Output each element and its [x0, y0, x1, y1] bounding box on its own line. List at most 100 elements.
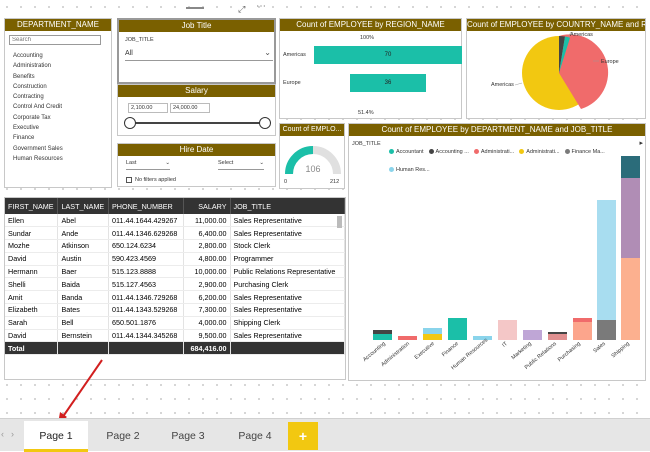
- department-slicer-item[interactable]: Human Resources: [5, 154, 111, 164]
- chevron-down-icon: ⌄: [259, 160, 264, 166]
- table-cell: 515.127.4563: [108, 277, 185, 292]
- funnel-bottom-label: 51.4%: [358, 110, 374, 116]
- next-page-icon[interactable]: ›: [11, 429, 14, 439]
- country-pie-svg: [514, 31, 609, 110]
- table-cell: 10,000.00: [183, 265, 231, 279]
- department-slicer-item[interactable]: Administration: [5, 61, 111, 71]
- table-cell: Bernstein: [57, 329, 110, 343]
- table-cell: Baer: [57, 265, 110, 279]
- column-header[interactable]: JOB_TITLE: [230, 198, 345, 214]
- prev-page-icon[interactable]: ‹: [1, 429, 4, 439]
- hire-date-unit-select[interactable]: Select ⌄: [218, 160, 264, 170]
- bar-it: [498, 320, 517, 340]
- total-cell: 684,416.00: [183, 341, 231, 356]
- country-pie-chart[interactable]: Count of EMPLOYEE by COUNTRY_NAME and R.…: [466, 18, 646, 119]
- table-body: Ellen Abel 011.44.1644.429267 11,000.00 Sale…: [5, 214, 345, 356]
- department-slicer-item[interactable]: Construction: [5, 82, 111, 92]
- column-header[interactable]: LAST_NAME: [57, 198, 110, 214]
- total-cell: Total: [5, 341, 59, 356]
- table-header-row: FIRST_NAME LAST_NAME PHONE_NUMBER SALARY JOB…: [5, 198, 345, 214]
- table-row[interactable]: Sundar Ande 011.44.1346.629268 6,400.00 Sale…: [5, 226, 345, 241]
- table-row[interactable]: Shelli Baida 515.127.4563 2,900.00 Purchasin…: [5, 277, 345, 292]
- tab-page-1[interactable]: Page 1: [24, 421, 88, 452]
- funnel-plot: Americas 70 Europe 36: [280, 44, 463, 104]
- tab-page-4[interactable]: Page 4: [224, 421, 286, 452]
- salary-max-handle[interactable]: [259, 117, 271, 129]
- table-cell: Baida: [57, 277, 110, 292]
- legend-next-icon[interactable]: ▸: [639, 139, 643, 147]
- table-cell: Sales Representative: [230, 329, 345, 343]
- table-row[interactable]: Amit Banda 011.44.1346.729268 6,200.00 Sales…: [5, 290, 345, 305]
- add-page-button[interactable]: +: [288, 422, 318, 450]
- gauge-value: 106: [305, 164, 321, 174]
- drag-handle-icon[interactable]: [186, 7, 204, 9]
- calendar-icon: [126, 177, 132, 183]
- table-cell: Sales Representative: [230, 303, 345, 317]
- table-cell: 590.423.4569: [108, 252, 185, 266]
- table-scrollbar[interactable]: [337, 216, 342, 228]
- table-row[interactable]: David Bernstein 011.44.1344.345268 9,500.00…: [5, 329, 345, 343]
- department-slicer-item[interactable]: Accounting: [5, 51, 111, 61]
- salary-min-input[interactable]: 2,100.00: [128, 103, 168, 113]
- department-slicer-item[interactable]: Executive: [5, 123, 111, 133]
- bar-marketing: [523, 330, 542, 340]
- employee-table: FIRST_NAME LAST_NAME PHONE_NUMBER SALARY JOB…: [4, 197, 346, 380]
- department-slicer-item[interactable]: Contracting: [5, 92, 111, 102]
- department-slicer-item[interactable]: Benefits: [5, 72, 111, 82]
- hire-date-unit-value: Select: [218, 160, 234, 166]
- hire-date-period-select[interactable]: Last ⌄: [126, 160, 170, 170]
- gauge-title: Count of EMPLO...: [280, 124, 344, 136]
- focus-mode-icon[interactable]: ⤢: [238, 4, 245, 15]
- total-cell: [230, 341, 345, 356]
- dept-job-column-chart[interactable]: Count of EMPLOYEE by DEPARTMENT_NAME and…: [348, 123, 646, 381]
- more-options-icon[interactable]: ⋯: [256, 1, 266, 12]
- funnel-bar[interactable]: 36: [350, 74, 426, 92]
- department-search-input[interactable]: [9, 35, 101, 45]
- total-cell: [108, 341, 185, 356]
- pie-label-europe: Europe: [601, 59, 619, 65]
- column-header[interactable]: PHONE_NUMBER: [108, 198, 185, 214]
- chevron-down-icon: ⌄: [165, 160, 170, 166]
- job-title-dropdown[interactable]: All ⌄: [125, 47, 273, 61]
- table-row[interactable]: Hermann Baer 515.123.8888 10,000.00 Public R…: [5, 265, 345, 279]
- table-cell: 6,200.00: [183, 290, 231, 305]
- gauge-card[interactable]: Count of EMPLO... 106 0 212: [279, 123, 345, 189]
- table-cell: Amit: [5, 290, 59, 305]
- region-funnel-chart[interactable]: Count of EMPLOYEE by REGION_NAME 100% Am…: [279, 18, 462, 119]
- salary-min-handle[interactable]: [124, 117, 136, 129]
- table-row[interactable]: Ellen Abel 011.44.1644.429267 11,000.00 Sale…: [5, 214, 345, 228]
- tab-page-3[interactable]: Page 3: [158, 421, 218, 452]
- table-cell: 6,400.00: [183, 226, 231, 241]
- region-chart-title: Count of EMPLOYEE by REGION_NAME: [280, 19, 461, 31]
- salary-max-input[interactable]: 24,000.00: [170, 103, 210, 113]
- table-cell: Stock Clerk: [230, 239, 345, 253]
- table-row[interactable]: Elizabeth Bates 011.44.1343.529268 7,300.00…: [5, 303, 345, 317]
- hire-date-period-value: Last: [126, 160, 137, 166]
- table-row[interactable]: Mozhe Atkinson 650.124.6234 2,800.00 Stock C…: [5, 239, 345, 253]
- table-row[interactable]: David Austin 590.423.4569 4,800.00 Programme…: [5, 252, 345, 266]
- column-header[interactable]: FIRST_NAME: [5, 198, 59, 214]
- table-cell: Elizabeth: [5, 303, 59, 317]
- job-title-slicer[interactable]: Job Title JOB_TITLE All ⌄: [117, 18, 276, 84]
- bar-shipping: [621, 156, 640, 340]
- table-cell: Austin: [57, 252, 110, 266]
- bar-accounting: [373, 330, 392, 340]
- column-header[interactable]: SALARY: [183, 198, 231, 214]
- department-slicer-item[interactable]: Finance: [5, 133, 111, 143]
- bar-purchasing: [573, 318, 592, 340]
- table-cell: 9,500.00: [183, 329, 231, 343]
- funnel-category-label: Americas: [283, 52, 306, 58]
- hire-date-slicer: Hire Date Last ⌄ Select ⌄ No filters appli…: [117, 143, 276, 187]
- table-row[interactable]: Sarah Bell 650.501.1876 4,000.00 Shipping Cl…: [5, 316, 345, 330]
- hire-date-no-filter-text: No filters applied: [135, 177, 176, 183]
- department-slicer-item[interactable]: Corporate Tax: [5, 113, 111, 123]
- table-cell: 011.44.1344.345268: [108, 329, 185, 343]
- table-cell: Sarah: [5, 316, 59, 330]
- department-slicer-item[interactable]: Control And Credit: [5, 102, 111, 112]
- department-slicer-item[interactable]: Government Sales: [5, 144, 111, 154]
- tab-page-2[interactable]: Page 2: [94, 421, 152, 452]
- job-title-field-label: JOB_TITLE: [125, 37, 154, 43]
- bar-administration: [398, 336, 417, 340]
- funnel-bar[interactable]: 70: [314, 46, 462, 64]
- table-cell: Abel: [57, 214, 110, 228]
